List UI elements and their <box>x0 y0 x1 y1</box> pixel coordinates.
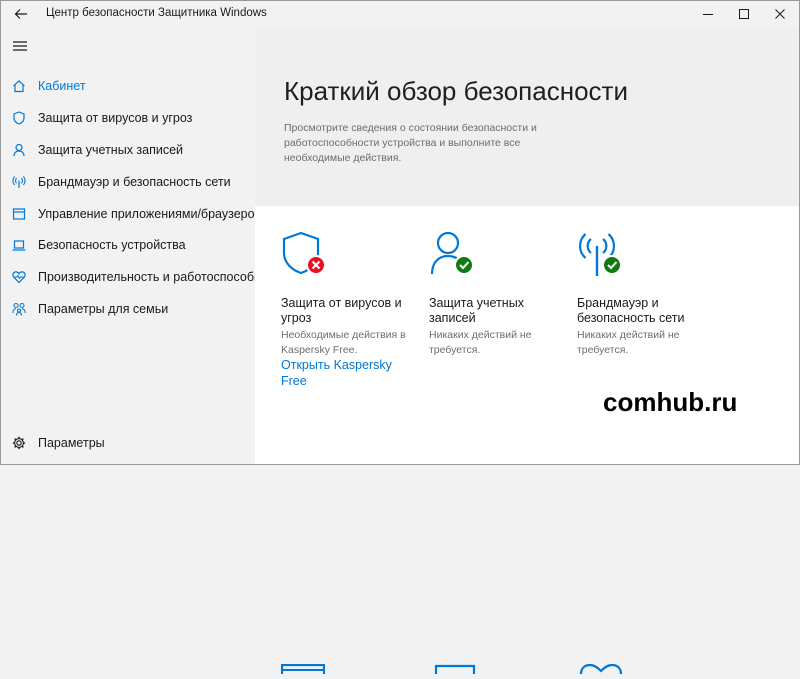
tile-title: Защита учетных записей <box>429 296 524 325</box>
sidebar-item-label: Защита от вирусов и угроз <box>38 111 193 125</box>
back-arrow-icon <box>14 9 27 19</box>
menu-toggle-button[interactable] <box>10 36 30 56</box>
check-badge-icon <box>454 255 474 275</box>
tiles-area: Защита от вирусов и угроз Необходимые де… <box>255 206 800 675</box>
heart-icon <box>579 661 623 675</box>
person-icon <box>429 230 485 282</box>
sidebar-item-family-options[interactable]: Параметры для семьи <box>0 296 255 322</box>
sidebar-item-label: Производительность и работоспособность у… <box>38 270 255 284</box>
person-icon <box>12 143 26 157</box>
gear-icon <box>12 436 26 450</box>
sidebar-item-label: Безопасность устройства <box>38 238 186 252</box>
sidebar: Кабинет Защита от вирусов и угроз Защита… <box>0 28 255 465</box>
shield-icon <box>281 230 337 282</box>
heart-icon <box>12 270 26 284</box>
tile-status: Необходимые действия в Kaspersky Free. <box>281 329 406 356</box>
overview-header: Краткий обзор безопасности Просмотрите с… <box>255 28 800 206</box>
app-window-icon <box>12 207 26 221</box>
sidebar-item-settings[interactable]: Параметры <box>0 430 255 456</box>
hamburger-icon <box>13 41 27 51</box>
error-badge-icon <box>306 255 326 275</box>
tile-title: Брандмауэр и безопасность сети <box>577 296 685 325</box>
page-description: Просмотрите сведения о состоянии безопас… <box>284 122 537 164</box>
shield-icon <box>12 111 26 125</box>
sidebar-item-device-performance[interactable]: Производительность и работоспособность у… <box>0 264 255 290</box>
close-button[interactable] <box>762 0 798 28</box>
sidebar-item-home[interactable]: Кабинет <box>0 73 255 99</box>
sidebar-item-label: Кабинет <box>38 79 86 93</box>
close-icon <box>775 9 785 19</box>
watermark: comhub.ru <box>603 387 738 417</box>
check-badge-icon <box>602 255 622 275</box>
open-kaspersky-link[interactable]: Открыть Kaspersky Free <box>281 357 411 389</box>
sidebar-item-virus-protection[interactable]: Защита от вирусов и угроз <box>0 105 255 131</box>
laptop-icon <box>433 661 477 674</box>
minimize-icon <box>703 14 713 15</box>
minimize-button[interactable] <box>690 0 726 28</box>
title-bar: Центр безопасности Защитника Windows <box>0 0 800 28</box>
app-window-icon <box>280 661 326 674</box>
laptop-icon <box>12 238 26 252</box>
family-icon <box>12 302 26 316</box>
maximize-button[interactable] <box>726 0 762 28</box>
home-icon <box>12 79 26 93</box>
antenna-icon <box>12 175 26 189</box>
tile-status: Никаких действий не требуется. <box>577 329 680 356</box>
sidebar-item-label: Управление приложениями/браузером <box>38 207 255 221</box>
window-title: Центр безопасности Защитника Windows <box>46 7 267 19</box>
sidebar-item-app-browser-control[interactable]: Управление приложениями/браузером <box>0 201 255 227</box>
sidebar-item-account-protection[interactable]: Защита учетных записей <box>0 137 255 163</box>
sidebar-item-label: Брандмауэр и безопасность сети <box>38 175 231 189</box>
back-button[interactable] <box>6 2 36 26</box>
tile-title: Защита от вирусов и угроз <box>281 296 402 325</box>
maximize-icon <box>739 9 749 19</box>
sidebar-item-label: Защита учетных записей <box>38 143 184 157</box>
page-title: Краткий обзор безопасности <box>284 76 628 106</box>
sidebar-item-device-security[interactable]: Безопасность устройства <box>0 232 255 258</box>
tile-status: Никаких действий не требуется. <box>429 329 532 356</box>
sidebar-item-firewall[interactable]: Брандмауэр и безопасность сети <box>0 169 255 195</box>
sidebar-item-label: Параметры <box>38 436 105 450</box>
antenna-icon <box>577 230 633 282</box>
sidebar-item-label: Параметры для семьи <box>38 302 169 316</box>
